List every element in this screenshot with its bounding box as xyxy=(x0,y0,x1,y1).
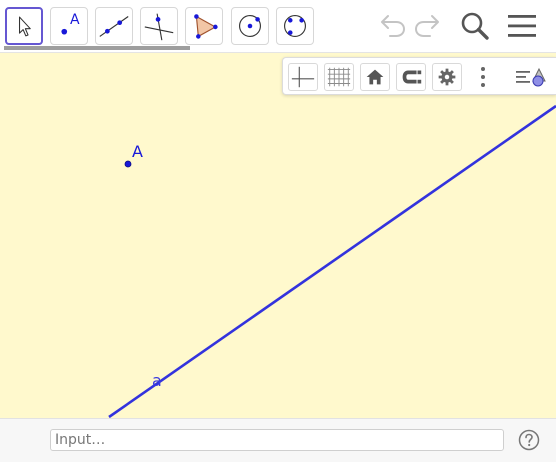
circle-three-points-tool-button[interactable] xyxy=(276,7,314,45)
point-a-label: A xyxy=(132,142,143,161)
undo-button[interactable] xyxy=(376,10,408,42)
search-icon xyxy=(461,12,489,40)
graphics-settings-button[interactable] xyxy=(432,63,462,91)
point-tool-button[interactable]: A xyxy=(50,7,88,45)
main-menu-button[interactable] xyxy=(506,10,538,42)
gear-icon xyxy=(438,68,456,86)
standard-view-button[interactable] xyxy=(360,63,390,91)
undo-icon xyxy=(381,15,406,37)
more-vertical-icon xyxy=(481,67,485,87)
line-a[interactable] xyxy=(108,104,556,419)
redo-icon xyxy=(414,15,439,37)
input-help-button[interactable] xyxy=(518,429,540,451)
polygon-icon xyxy=(194,14,218,39)
home-icon xyxy=(366,69,384,85)
menu-icon xyxy=(508,15,536,37)
input-bar xyxy=(0,418,556,462)
algebra-view-toggle-icon xyxy=(516,67,546,87)
point-capturing-button[interactable] xyxy=(396,63,426,91)
graphics-view[interactable]: A a xyxy=(0,52,556,419)
help-icon xyxy=(518,429,540,451)
graphics-drawing xyxy=(108,104,556,419)
toggle-grid-button[interactable] xyxy=(324,63,354,91)
graphics-style-bar xyxy=(282,57,556,95)
polygon-tool-button[interactable] xyxy=(185,7,223,45)
algebra-input-field[interactable] xyxy=(50,429,504,451)
circle-three-points-icon xyxy=(284,15,306,37)
point-icon xyxy=(61,28,68,35)
selected-tool-indicator xyxy=(4,46,190,50)
arrow-pointer-icon xyxy=(18,16,31,37)
more-options-button[interactable] xyxy=(468,63,498,91)
move-tool-button[interactable] xyxy=(5,7,43,45)
toggle-algebra-view-button[interactable] xyxy=(514,63,550,91)
perpendicular-line-tool-button[interactable] xyxy=(140,7,178,45)
line-through-points-icon xyxy=(99,16,129,37)
point-a[interactable] xyxy=(124,160,132,168)
toolbar: A xyxy=(0,0,556,52)
line-tool-button[interactable] xyxy=(95,7,133,45)
perpendicular-line-icon xyxy=(144,13,174,41)
redo-button[interactable] xyxy=(412,10,444,42)
search-button[interactable] xyxy=(459,10,491,42)
axes-icon xyxy=(291,66,315,88)
line-a-label: a xyxy=(152,371,162,390)
circle-center-point-icon xyxy=(239,15,261,37)
toggle-axes-button[interactable] xyxy=(288,63,318,91)
grid-icon xyxy=(327,67,351,87)
point-tool-letter: A xyxy=(70,12,80,28)
circle-center-point-tool-button[interactable] xyxy=(231,7,269,45)
magnet-snap-icon xyxy=(402,70,422,84)
